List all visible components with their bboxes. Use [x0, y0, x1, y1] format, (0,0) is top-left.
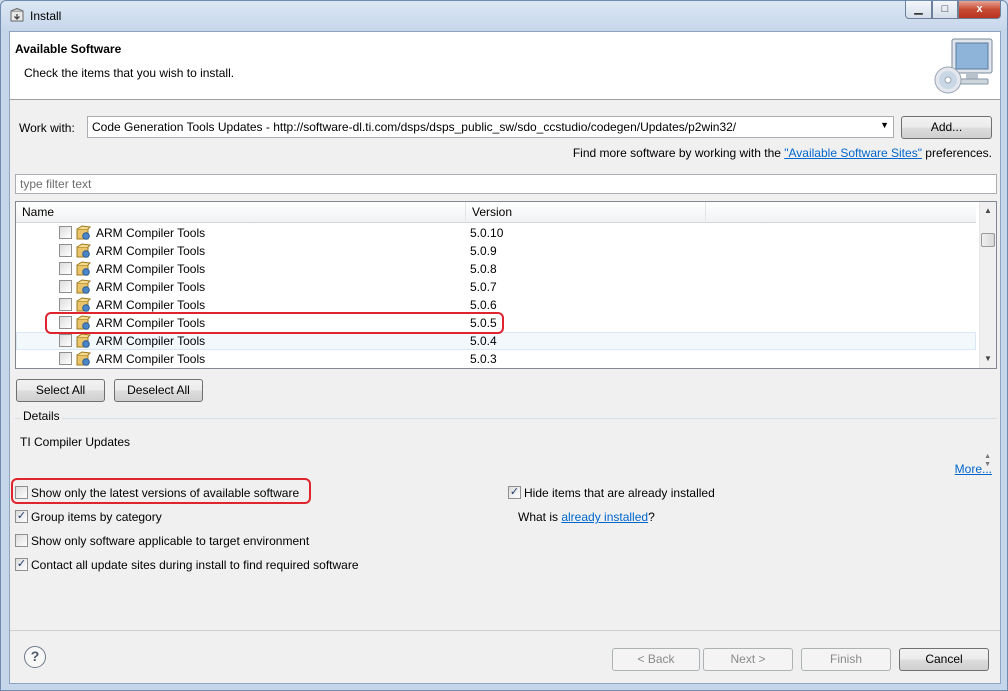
row-name: ARM Compiler Tools — [96, 334, 206, 348]
computer-cd-icon — [934, 38, 993, 94]
find-more-text: Find more software by working with the "… — [573, 146, 992, 160]
wizard-banner: Available Software Check the items that … — [10, 32, 1000, 100]
row-version: 5.0.4 — [470, 334, 497, 348]
minimize-button[interactable]: ▁ — [905, 1, 932, 19]
work-with-combo[interactable]: Code Generation Tools Updates - http://s… — [87, 116, 894, 138]
feature-package-icon — [76, 351, 91, 366]
row-checkbox[interactable] — [59, 226, 72, 239]
deselect-all-button[interactable]: Deselect All — [114, 379, 203, 402]
row-checkbox[interactable] — [59, 334, 72, 347]
feature-package-icon — [76, 297, 91, 312]
details-text: TI Compiler Updates — [20, 435, 131, 449]
what-is-installed-text: What is already installed? — [518, 510, 655, 524]
software-tree: Name Version ARM Compiler Tools 5.0.10 A… — [15, 201, 997, 369]
table-row[interactable]: ARM Compiler Tools 5.0.10 — [16, 224, 976, 242]
details-title: Details — [21, 409, 62, 423]
close-button[interactable]: x — [958, 1, 1001, 19]
dropdown-arrow-icon[interactable]: ▼ — [880, 120, 889, 130]
already-installed-link[interactable]: already installed — [561, 510, 648, 524]
row-checkbox[interactable] — [59, 280, 72, 293]
column-header-version[interactable]: Version — [466, 202, 706, 223]
scroll-thumb[interactable] — [981, 233, 995, 247]
latest-only-label: Show only the latest versions of availab… — [31, 486, 300, 500]
finish-button[interactable]: Finish — [801, 648, 891, 671]
page-title: Available Software — [15, 42, 122, 56]
table-row[interactable]: ARM Compiler Tools 5.0.7 — [16, 278, 976, 296]
find-more-prefix: Find more software by working with the — [572, 146, 785, 160]
feature-package-icon — [76, 333, 91, 348]
row-version: 5.0.8 — [470, 262, 497, 276]
row-checkbox[interactable] — [59, 298, 72, 311]
group-by-category-checkbox[interactable]: ✓ — [15, 510, 28, 523]
help-icon[interactable]: ? — [24, 646, 46, 668]
feature-package-icon — [76, 261, 91, 276]
title-bar[interactable]: Install ▁ □ x — [1, 1, 1007, 31]
row-checkbox[interactable] — [59, 352, 72, 365]
row-version: 5.0.6 — [470, 298, 497, 312]
details-group: Details TI Compiler Updates ▲ ▼ — [15, 409, 997, 477]
more-link[interactable]: More... — [955, 462, 992, 476]
row-version: 5.0.5 — [470, 316, 497, 330]
scroll-up-icon[interactable]: ▲ — [984, 206, 992, 215]
row-version: 5.0.3 — [470, 352, 497, 366]
hide-installed-label: Hide items that are already installed — [524, 486, 715, 500]
window-controls: ▁ □ x — [905, 1, 1001, 19]
find-more-suffix: preferences. — [921, 146, 992, 160]
tree-header: Name Version — [16, 202, 976, 223]
table-row[interactable]: ARM Compiler Tools 5.0.9 — [16, 242, 976, 260]
row-checkbox[interactable] — [59, 316, 72, 329]
row-name: ARM Compiler Tools — [96, 298, 206, 312]
latest-only-checkbox[interactable] — [15, 486, 28, 499]
row-name: ARM Compiler Tools — [96, 262, 206, 276]
select-all-button[interactable]: Select All — [16, 379, 105, 402]
contact-sites-checkbox[interactable]: ✓ — [15, 558, 28, 571]
next-button[interactable]: Next > — [703, 648, 793, 671]
table-row-hovered[interactable]: ARM Compiler Tools 5.0.4 — [16, 332, 976, 350]
contact-sites-label: Contact all update sites during install … — [31, 558, 359, 572]
row-name: ARM Compiler Tools — [96, 226, 206, 240]
column-header-name[interactable]: Name — [16, 202, 466, 223]
row-name: ARM Compiler Tools — [96, 316, 206, 330]
target-env-label: Show only software applicable to target … — [31, 534, 310, 548]
eclipse-install-icon — [10, 8, 24, 22]
row-version: 5.0.9 — [470, 244, 497, 258]
filter-input[interactable]: type filter text — [15, 174, 997, 194]
add-site-button[interactable]: Add... — [901, 116, 992, 139]
row-name: ARM Compiler Tools — [96, 280, 206, 294]
hide-installed-checkbox[interactable]: ✓ — [508, 486, 521, 499]
feature-package-icon — [76, 225, 91, 240]
row-version: 5.0.7 — [470, 280, 497, 294]
install-window: Install ▁ □ x Available Software Check t… — [0, 0, 1008, 691]
row-checkbox[interactable] — [59, 262, 72, 275]
what-is-prefix: What is — [518, 510, 562, 524]
table-row[interactable]: ARM Compiler Tools 5.0.6 — [16, 296, 976, 314]
table-row[interactable]: ARM Compiler Tools 5.0.3 — [16, 350, 976, 368]
page-subtitle: Check the items that you wish to install… — [24, 66, 235, 80]
work-with-value: Code Generation Tools Updates - http://s… — [92, 120, 737, 134]
scroll-down-icon[interactable]: ▼ — [984, 354, 992, 363]
tree-scrollbar[interactable]: ▲ ▼ — [979, 202, 996, 368]
footer-separator — [10, 630, 1000, 631]
feature-package-icon — [76, 315, 91, 330]
maximize-button[interactable]: □ — [932, 1, 958, 19]
back-button[interactable]: < Back — [612, 648, 700, 671]
window-title: Install — [30, 9, 62, 23]
work-with-label: Work with: — [19, 121, 75, 135]
group-by-category-label: Group items by category — [31, 510, 162, 524]
what-is-suffix: ? — [648, 510, 655, 524]
target-env-checkbox[interactable] — [15, 534, 28, 547]
feature-package-icon — [76, 279, 91, 294]
row-name: ARM Compiler Tools — [96, 244, 206, 258]
row-name: ARM Compiler Tools — [96, 352, 206, 366]
cancel-button[interactable]: Cancel — [899, 648, 989, 671]
dialog-body: Available Software Check the items that … — [9, 31, 1001, 684]
table-row-5-0-5[interactable]: ARM Compiler Tools 5.0.5 — [16, 314, 976, 332]
available-software-sites-link[interactable]: "Available Software Sites" — [784, 146, 922, 160]
table-row[interactable]: ARM Compiler Tools 5.0.8 — [16, 260, 976, 278]
feature-package-icon — [76, 243, 91, 258]
details-box: TI Compiler Updates ▲ ▼ — [15, 433, 997, 475]
row-checkbox[interactable] — [59, 244, 72, 257]
row-version: 5.0.10 — [470, 226, 504, 240]
